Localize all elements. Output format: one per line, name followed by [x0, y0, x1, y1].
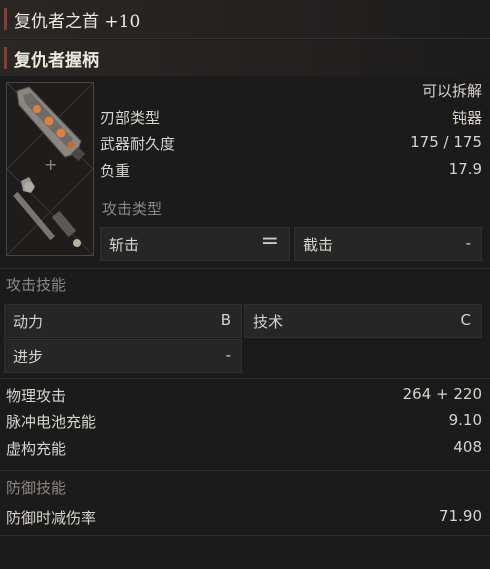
skill-cell-power: 动力 B: [4, 304, 242, 338]
stat-label: 脉冲电池充能: [6, 413, 97, 431]
dismantle-text: 可以拆解: [421, 82, 482, 100]
part-title: 复仇者握柄: [14, 51, 99, 71]
attack-type-primary: 斩击 =: [100, 227, 290, 261]
plus-sign: +: [44, 155, 58, 174]
stat-label: 武器耐久度: [100, 135, 176, 153]
stat-label: 刃部类型: [100, 109, 161, 127]
attack-type-value: -: [465, 234, 471, 252]
part-title-bar: 复仇者握柄: [0, 40, 490, 76]
blade-head-icon: [16, 86, 86, 162]
skill-grade: C: [460, 311, 471, 329]
stat-value: 9.10: [448, 411, 482, 429]
skill-cell-technique: 技术 C: [244, 304, 482, 338]
stat-fable-charge: 虚构充能 408: [6, 438, 482, 462]
skill-cell-advance: 进步 -: [4, 339, 242, 373]
item-title: 复仇者之首 +10: [14, 12, 141, 32]
divider: [0, 470, 490, 471]
attack-type-heading: 攻击类型: [102, 200, 163, 218]
stat-value: 钝器: [451, 109, 482, 127]
attack-type-secondary: 截击 -: [294, 227, 482, 261]
stat-value: 71.90: [439, 507, 482, 525]
attack-type-label: 截击: [303, 236, 334, 254]
divider: [0, 268, 490, 269]
divider: [0, 535, 490, 536]
grip-handle-icon: [13, 177, 81, 247]
stat-value: 408: [453, 438, 482, 456]
skill-grade: B: [220, 311, 231, 329]
stat-physical-attack: 物理攻击 264 + 220: [6, 385, 482, 409]
weapon-image-frame: +: [6, 82, 94, 256]
defense-heading: 防御技能: [6, 479, 67, 497]
skill-label: 技术: [253, 313, 284, 331]
title-accent: [4, 8, 7, 30]
stat-value: 17.9: [448, 160, 482, 178]
stat-label: 物理攻击: [6, 387, 67, 405]
equals-icon: =: [260, 229, 279, 254]
stat-pulse-cell: 脉冲电池充能 9.10: [6, 411, 482, 435]
stat-label: 负重: [100, 162, 131, 180]
divider: [0, 378, 490, 379]
stat-value: 175 / 175: [410, 133, 482, 151]
skill-grade: -: [225, 346, 231, 364]
skill-label: 动力: [13, 313, 44, 331]
attack-skills-heading: 攻击技能: [6, 276, 67, 294]
skill-label: 进步: [13, 348, 44, 366]
stat-label: 虚构充能: [6, 440, 67, 458]
stat-value: 264 + 220: [402, 385, 482, 403]
stat-row-blade-type: 刃部类型 钝器: [100, 107, 482, 129]
title-accent: [4, 47, 7, 69]
item-title-bar: 复仇者之首 +10: [0, 0, 490, 39]
stat-row-weight: 负重 17.9: [100, 160, 482, 182]
stat-label: 防御时减伤率: [6, 509, 97, 527]
stat-guard-reduction: 防御时减伤率 71.90: [6, 507, 482, 531]
attack-type-label: 斩击: [109, 236, 140, 254]
stat-row-durability: 武器耐久度 175 / 175: [100, 133, 482, 155]
